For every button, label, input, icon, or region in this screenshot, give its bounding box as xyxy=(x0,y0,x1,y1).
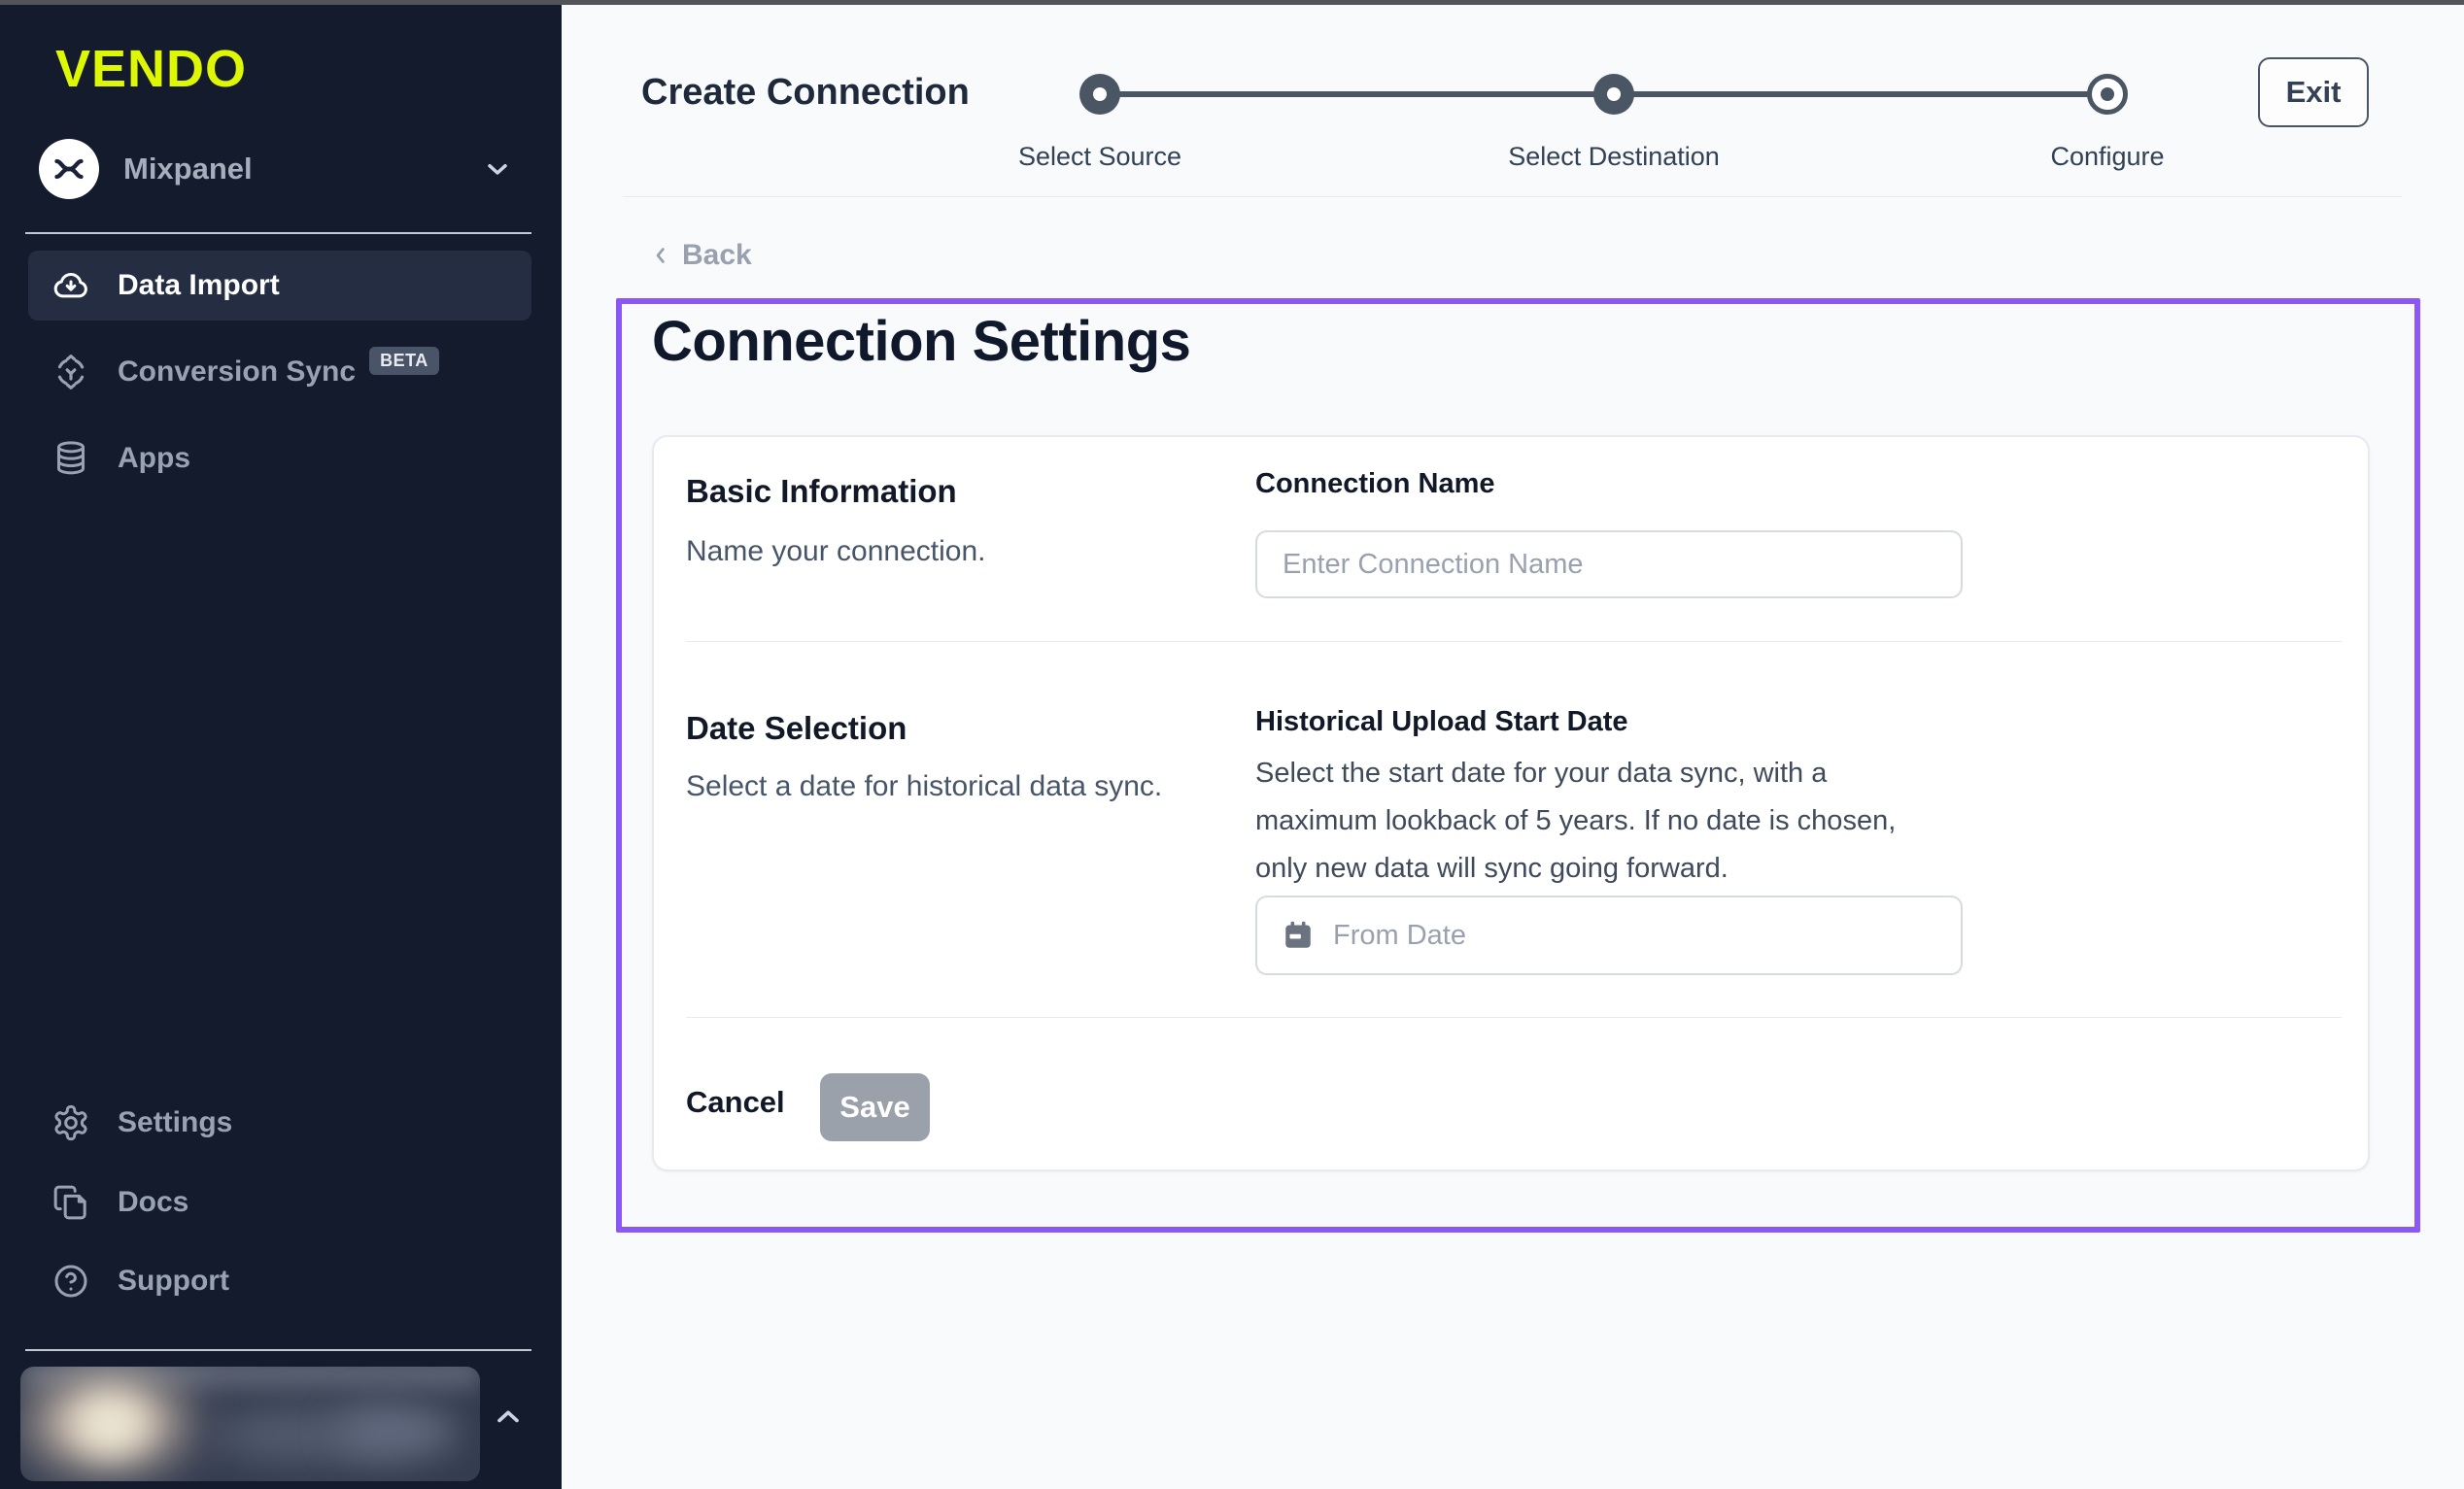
from-date-input[interactable] xyxy=(1333,920,1937,952)
from-date-picker[interactable] xyxy=(1255,896,1963,975)
step-dot xyxy=(2101,87,2114,101)
sidebar-item-label: Data Import xyxy=(118,269,280,302)
step-label-select-source: Select Source xyxy=(896,142,1304,172)
historical-upload-start-date-label: Historical Upload Start Date xyxy=(1255,706,1628,738)
workspace-name: Mixpanel xyxy=(123,152,482,186)
sidebar-item-data-import[interactable]: Data Import xyxy=(28,251,531,321)
page-title: Create Connection xyxy=(641,72,970,114)
window-top-edge xyxy=(0,0,2464,5)
sidebar: VENDO Mixpanel Data Import xyxy=(0,0,562,1489)
sidebar-item-label: Settings xyxy=(118,1106,232,1139)
historical-upload-help-text: Select the start date for your data sync… xyxy=(1255,750,1935,893)
calendar-icon xyxy=(1281,918,1316,953)
step-label-select-destination: Select Destination xyxy=(1410,142,1818,172)
panel-title: Connection Settings xyxy=(652,309,1190,374)
date-selection-subtitle: Select a date for historical data sync. xyxy=(686,770,1162,803)
beta-badge: BETA xyxy=(369,347,439,375)
date-selection-title: Date Selection xyxy=(686,710,907,747)
back-link[interactable]: Back xyxy=(647,239,752,272)
help-icon xyxy=(51,1262,90,1301)
sidebar-divider xyxy=(25,232,531,234)
sidebar-item-docs[interactable]: Docs xyxy=(28,1168,531,1237)
sidebar-item-label: Apps xyxy=(118,442,190,475)
avatar xyxy=(74,1394,147,1454)
step-configure[interactable] xyxy=(2087,74,2128,115)
back-label: Back xyxy=(682,239,752,272)
basic-information-title: Basic Information xyxy=(686,473,957,510)
section-divider xyxy=(686,1017,2342,1018)
sidebar-item-apps[interactable]: Apps xyxy=(28,423,531,493)
connection-name-input[interactable] xyxy=(1255,530,1963,598)
chevron-left-icon xyxy=(647,242,674,269)
connection-name-label: Connection Name xyxy=(1255,468,1495,500)
mixpanel-logo-icon xyxy=(39,139,99,199)
user-account-button[interactable] xyxy=(20,1367,480,1481)
step-dot xyxy=(1093,87,1107,101)
sidebar-item-settings[interactable]: Settings xyxy=(28,1088,531,1158)
sidebar-item-support[interactable]: Support xyxy=(28,1246,531,1316)
chevron-up-icon[interactable] xyxy=(491,1399,526,1434)
basic-information-subtitle: Name your connection. xyxy=(686,535,986,568)
step-select-destination[interactable] xyxy=(1593,74,1634,115)
save-button[interactable]: Save xyxy=(820,1073,930,1141)
workspace-selector[interactable]: Mixpanel xyxy=(39,136,525,202)
sidebar-divider xyxy=(25,1349,531,1351)
cloud-download-icon xyxy=(51,266,90,305)
section-divider xyxy=(686,641,2342,642)
sidebar-item-label: Docs xyxy=(118,1186,188,1219)
sync-arrows-icon xyxy=(51,353,90,391)
docs-icon xyxy=(51,1183,90,1222)
chevron-down-icon xyxy=(482,153,513,185)
header-divider xyxy=(623,196,2402,197)
cancel-button[interactable]: Cancel xyxy=(686,1085,785,1120)
gear-icon xyxy=(51,1103,90,1142)
sidebar-item-conversion-sync[interactable]: Conversion Sync BETA xyxy=(28,337,531,407)
exit-button[interactable]: Exit xyxy=(2258,57,2369,127)
step-label-configure: Configure xyxy=(1903,142,2311,172)
step-select-source[interactable] xyxy=(1079,74,1120,115)
step-dot xyxy=(1607,87,1621,101)
blurred-user-info xyxy=(336,1404,458,1460)
sidebar-item-label: Support xyxy=(118,1265,229,1298)
vendo-logo: VENDO xyxy=(55,39,247,99)
sidebar-item-label: Conversion Sync xyxy=(118,355,356,389)
database-icon xyxy=(51,439,90,478)
